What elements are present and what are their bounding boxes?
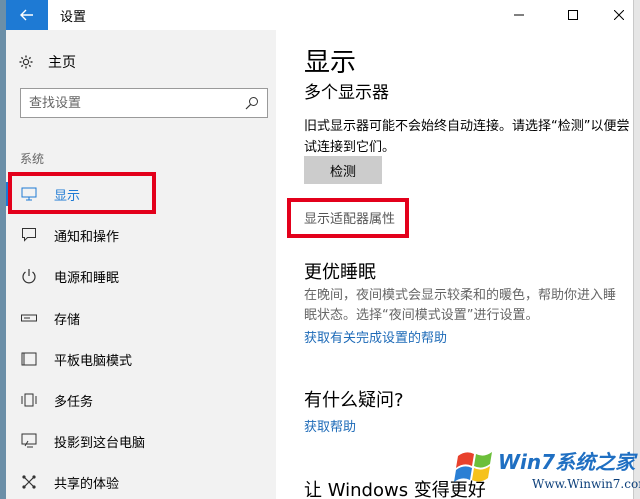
storage-icon — [20, 309, 38, 327]
desktop-background-right — [634, 0, 640, 499]
sidebar-item-tablet[interactable]: 平板电脑模式 — [6, 339, 276, 379]
tablet-icon — [20, 350, 38, 368]
page-title: 显示 — [304, 48, 357, 78]
sidebar-item-label: 电源和睡眠 — [54, 270, 120, 286]
sidebar-item-label: 平板电脑模式 — [54, 353, 133, 369]
back-button[interactable] — [6, 0, 48, 30]
main-content: 显示 多个显示器 旧式显示器可能不会始终自动连接。请选择“检测”以便尝试连接到它… — [276, 30, 633, 499]
close-icon — [614, 10, 624, 20]
back-arrow-icon — [20, 9, 33, 21]
maximize-button[interactable] — [550, 0, 596, 30]
multitask-icon — [20, 391, 38, 409]
close-button[interactable] — [596, 0, 633, 30]
minimize-icon — [514, 14, 524, 16]
night-description: 在晚间，夜间模式会显示较柔和的暖色，帮助你进入睡眠状态。选择“夜间模式设置”进行… — [304, 288, 617, 323]
screenshot-frame: 设置 主页 查找设置 系统 显示 通知和操作 电源和睡眠 存储 平板电脑模式 多… — [0, 0, 640, 499]
watermark-url: Www.Winwin7.com — [532, 477, 640, 491]
minimize-button[interactable] — [496, 0, 542, 30]
project-icon — [20, 432, 38, 450]
sidebar-item-label: 投影到这台电脑 — [54, 435, 146, 451]
sidebar-item-storage[interactable]: 存储 — [6, 298, 276, 338]
sidebar-item-project[interactable]: 投影到这台电脑 — [6, 421, 276, 461]
sidebar-item-label: 主页 — [48, 55, 76, 71]
message-icon — [20, 226, 38, 244]
sidebar-item-label: 多任务 — [54, 394, 94, 410]
settings-window: 设置 主页 查找设置 系统 显示 通知和操作 电源和睡眠 存储 平板电脑模式 多… — [6, 0, 634, 499]
search-field[interactable] — [20, 88, 268, 118]
highlight-box-adapter — [287, 198, 409, 238]
sidebar-item-notifications[interactable]: 通知和操作 — [6, 215, 276, 255]
search-input[interactable] — [29, 94, 229, 112]
maximize-icon — [568, 10, 578, 20]
power-icon — [20, 267, 38, 285]
gear-icon — [19, 55, 33, 69]
search-icon — [245, 97, 258, 110]
sidebar-item-power[interactable]: 电源和睡眠 — [6, 256, 276, 296]
share-icon — [20, 473, 38, 491]
window-title: 设置 — [60, 10, 87, 25]
get-help-link[interactable]: 获取帮助 — [304, 416, 356, 435]
night-heading: 更优睡眠 — [304, 262, 376, 283]
description-text: 旧式显示器可能不会始终自动连接。请选择“检测”以便尝试连接到它们。 — [304, 119, 630, 155]
section-heading: 多个显示器 — [304, 83, 389, 103]
sidebar-item-label: 存储 — [54, 312, 81, 328]
watermark: Win7系统之家 Www.Winwin7.com — [452, 442, 640, 498]
watermark-title: Win7系统之家 — [498, 450, 636, 474]
question-heading: 有什么疑问? — [304, 390, 404, 411]
windows-logo-icon — [454, 452, 492, 482]
sidebar: 主页 系统 显示 通知和操作 — [6, 30, 276, 499]
sidebar-item-home[interactable]: 主页 — [18, 52, 76, 72]
sidebar-item-label: 通知和操作 — [54, 229, 120, 245]
setup-help-link[interactable]: 获取有关完成设置的帮助 — [304, 327, 447, 346]
sidebar-item-shared[interactable]: 共享的体验 — [6, 462, 276, 499]
section-label: 系统 — [20, 152, 45, 166]
sidebar-item-label: 共享的体验 — [54, 476, 120, 492]
title-bar: 设置 — [6, 0, 633, 30]
highlight-box-display — [8, 172, 156, 214]
detect-button[interactable]: 检测 — [304, 156, 382, 184]
sidebar-item-multitask[interactable]: 多任务 — [6, 380, 276, 420]
